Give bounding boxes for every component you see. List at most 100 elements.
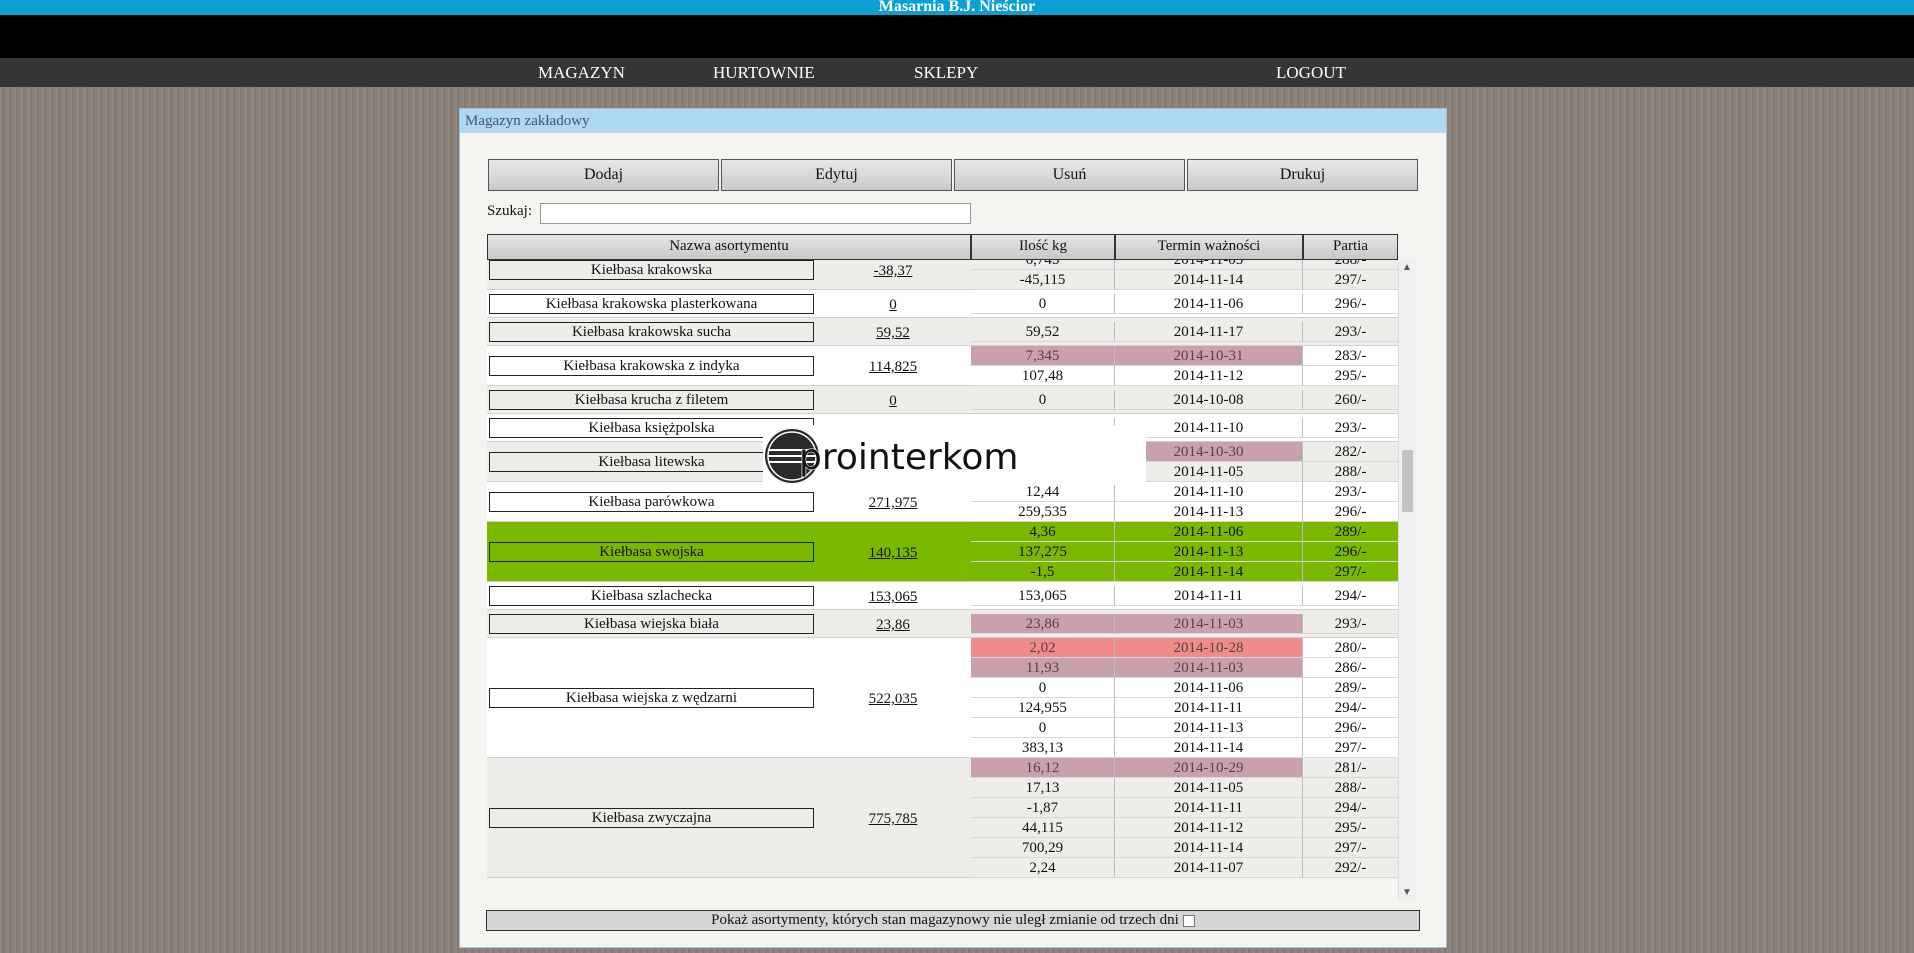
lot-part[interactable]: 288/- bbox=[1303, 462, 1398, 482]
lot-part[interactable]: 281/- bbox=[1303, 758, 1398, 778]
lot-date[interactable]: 2014-11-11 bbox=[1115, 586, 1303, 606]
lot-date[interactable]: 2014-11-17 bbox=[1115, 322, 1303, 342]
product-name[interactable]: Kiełbasa wiejska biała bbox=[489, 614, 814, 634]
lot-qty[interactable]: 23,86 bbox=[971, 614, 1115, 634]
product-name[interactable]: Kiełbasa krakowska z indyka bbox=[489, 356, 814, 376]
lot-qty[interactable]: 259,535 bbox=[971, 502, 1115, 522]
product-name[interactable]: Kiełbasa parówkowa bbox=[489, 492, 814, 512]
nav-logout[interactable]: LOGOUT bbox=[1276, 58, 1346, 87]
lot-date[interactable]: 2014-11-13 bbox=[1115, 718, 1303, 738]
product-total-link[interactable]: 59,52 bbox=[868, 325, 918, 342]
col-date-header[interactable]: Termin ważności bbox=[1115, 234, 1303, 260]
product-group[interactable]: Kiełbasa swojska 140,135 4,36 2014-11-06 289… bbox=[487, 522, 1398, 582]
lot-part[interactable]: 296/- bbox=[1303, 294, 1398, 314]
lot-qty[interactable]: -1,87 bbox=[971, 798, 1115, 818]
lot-qty[interactable]: 2,24 bbox=[971, 858, 1115, 878]
lot-date[interactable]: 2014-10-31 bbox=[1115, 346, 1303, 366]
lot-part[interactable]: 297/- bbox=[1303, 738, 1398, 758]
lot-date[interactable]: 2014-10-29 bbox=[1115, 758, 1303, 778]
lot-part[interactable]: 283/- bbox=[1303, 346, 1398, 366]
lot-part[interactable]: 289/- bbox=[1303, 678, 1398, 698]
add-button[interactable]: Dodaj bbox=[488, 159, 719, 191]
product-name[interactable]: Kiełbasa wiejska z wędzarni bbox=[489, 688, 814, 708]
lot-date[interactable]: 2014-11-03 bbox=[1115, 658, 1303, 678]
product-name[interactable]: Kiełbasa krucha z filetem bbox=[489, 390, 814, 410]
lot-part[interactable]: 296/- bbox=[1303, 718, 1398, 738]
product-total-link[interactable]: 0 bbox=[868, 297, 918, 314]
nav-sklepy[interactable]: SKLEPY bbox=[914, 58, 978, 87]
product-group[interactable]: Kiełbasa parówkowa 271,975 12,44 2014-11-10… bbox=[487, 482, 1398, 522]
nav-magazyn[interactable]: MAGAZYN bbox=[538, 58, 625, 87]
lot-date[interactable]: 2014-11-12 bbox=[1115, 818, 1303, 838]
lot-part[interactable]: 292/- bbox=[1303, 858, 1398, 878]
lot-date[interactable]: 2014-10-08 bbox=[1115, 390, 1303, 410]
lot-part[interactable]: 260/- bbox=[1303, 390, 1398, 410]
lot-part[interactable]: 297/- bbox=[1303, 838, 1398, 858]
lot-qty[interactable]: 0 bbox=[971, 390, 1115, 410]
lot-part[interactable]: 296/- bbox=[1303, 542, 1398, 562]
product-total-link[interactable]: 153,065 bbox=[868, 589, 918, 606]
lot-part[interactable]: 297/- bbox=[1303, 562, 1398, 582]
product-total-link[interactable]: 140,135 bbox=[868, 545, 918, 562]
lot-part[interactable]: 293/- bbox=[1303, 322, 1398, 342]
lot-part[interactable]: 295/- bbox=[1303, 366, 1398, 386]
lot-date[interactable]: 2014-11-12 bbox=[1115, 366, 1303, 386]
product-total-link[interactable]: 522,035 bbox=[868, 691, 918, 708]
scroll-up-icon[interactable]: ▲ bbox=[1402, 262, 1412, 273]
lot-qty[interactable]: 6,745 bbox=[971, 260, 1115, 270]
lot-qty[interactable]: 383,13 bbox=[971, 738, 1115, 758]
grid-scrollbar[interactable]: ▲ ▼ bbox=[1398, 260, 1416, 900]
lot-part[interactable]: 286/- bbox=[1303, 658, 1398, 678]
product-total-link[interactable]: 0 bbox=[868, 393, 918, 410]
lot-date[interactable]: 2014-11-05 bbox=[1115, 778, 1303, 798]
product-name[interactable]: Kiełbasa krakowska bbox=[489, 260, 814, 280]
nav-hurtownie[interactable]: HURTOWNIE bbox=[713, 58, 815, 87]
product-group[interactable]: Kiełbasa krakowska z indyka 114,825 7,345 2… bbox=[487, 346, 1398, 386]
lot-date[interactable]: 2014-11-11 bbox=[1115, 698, 1303, 718]
lot-date[interactable]: 2014-11-06 bbox=[1115, 522, 1303, 542]
print-button[interactable]: Drukuj bbox=[1187, 159, 1418, 191]
lot-part[interactable]: 288/- bbox=[1303, 260, 1398, 270]
lot-qty[interactable]: 137,275 bbox=[971, 542, 1115, 562]
lot-part[interactable]: 282/- bbox=[1303, 442, 1398, 462]
lot-part[interactable]: 297/- bbox=[1303, 270, 1398, 290]
product-name[interactable]: Kiełbasa krakowska sucha bbox=[489, 322, 814, 342]
lot-qty[interactable]: 0 bbox=[971, 718, 1115, 738]
unchanged-filter-checkbox[interactable] bbox=[1182, 914, 1195, 927]
product-total-link[interactable]: 775,785 bbox=[868, 811, 918, 828]
lot-part[interactable]: 289/- bbox=[1303, 522, 1398, 542]
product-total-link[interactable]: 271,975 bbox=[868, 495, 918, 512]
lot-date[interactable]: 2014-11-05 bbox=[1115, 260, 1303, 270]
lot-part[interactable]: 294/- bbox=[1303, 586, 1398, 606]
product-total-link[interactable]: 23,86 bbox=[868, 617, 918, 634]
lot-part[interactable]: 293/- bbox=[1303, 614, 1398, 634]
product-group[interactable]: Kiełbasa krakowska plasterkowana 0 0 2014-1… bbox=[487, 290, 1398, 318]
lot-qty[interactable]: 153,065 bbox=[971, 586, 1115, 606]
product-total-link[interactable]: -38,37 bbox=[868, 263, 918, 280]
lot-qty[interactable]: 107,48 bbox=[971, 366, 1115, 386]
lot-part[interactable]: 295/- bbox=[1303, 818, 1398, 838]
product-name[interactable]: Kiełbasa szlachecka bbox=[489, 586, 814, 606]
delete-button[interactable]: Usuń bbox=[954, 159, 1185, 191]
product-group[interactable]: Kiełbasa wiejska biała 23,86 23,86 2014-11-… bbox=[487, 610, 1398, 638]
lot-qty[interactable]: 4,36 bbox=[971, 522, 1115, 542]
product-group[interactable]: Kiełbasa krakowska -38,37 6,745 2014-11-05 2… bbox=[487, 260, 1398, 290]
lot-qty[interactable]: 7,345 bbox=[971, 346, 1115, 366]
unchanged-filter-bar[interactable]: Pokaż asortymenty, których stan magazyno… bbox=[486, 910, 1420, 931]
product-name[interactable]: Kiełbasa swojska bbox=[489, 542, 814, 562]
lot-qty[interactable]: 17,13 bbox=[971, 778, 1115, 798]
lot-part[interactable]: 280/- bbox=[1303, 638, 1398, 658]
lot-qty[interactable]: 0 bbox=[971, 678, 1115, 698]
edit-button[interactable]: Edytuj bbox=[721, 159, 952, 191]
lot-qty[interactable]: 2,02 bbox=[971, 638, 1115, 658]
search-input[interactable] bbox=[540, 203, 971, 224]
product-group[interactable]: Kiełbasa krakowska sucha 59,52 59,52 2014-1… bbox=[487, 318, 1398, 346]
lot-qty[interactable]: 11,93 bbox=[971, 658, 1115, 678]
lot-date[interactable]: 2014-11-13 bbox=[1115, 542, 1303, 562]
product-group[interactable]: Kiełbasa zwyczajna 775,785 16,12 2014-10-29… bbox=[487, 758, 1398, 878]
product-group[interactable]: Kiełbasa wiejska z wędzarni 522,035 2,02 20… bbox=[487, 638, 1398, 758]
lot-part[interactable]: 288/- bbox=[1303, 778, 1398, 798]
lot-part[interactable]: 293/- bbox=[1303, 482, 1398, 502]
col-qty-header[interactable]: Ilość kg bbox=[971, 234, 1115, 260]
lot-qty[interactable]: 59,52 bbox=[971, 322, 1115, 342]
